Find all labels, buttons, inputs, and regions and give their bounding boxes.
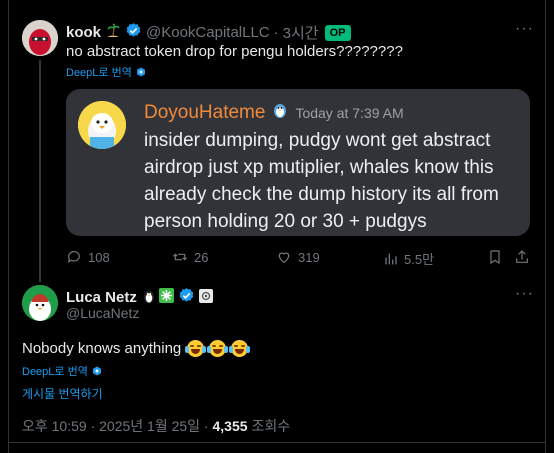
like-button[interactable]: 319	[276, 249, 320, 265]
deepl-icon	[136, 67, 146, 77]
tweet-timestamp[interactable]: 오후 10:59 · 2025년 1월 25일 ·	[22, 418, 209, 434]
thread-line	[39, 60, 41, 282]
island-emoji-icon	[105, 22, 121, 43]
verified-badge-icon	[125, 22, 142, 43]
translate-post-link[interactable]: 게시물 번역하기	[22, 385, 103, 402]
share-icon	[516, 250, 528, 263]
divider	[8, 442, 546, 443]
heart-icon	[278, 252, 290, 264]
reply-icon	[67, 251, 80, 263]
penguin-avatar	[78, 101, 126, 149]
deepl-translate-link[interactable]: DeepL로 번역	[66, 64, 146, 80]
tweet-time[interactable]: 3시간	[283, 22, 319, 43]
tweet-text: no abstract token drop for pengu holders…	[66, 43, 403, 60]
separator: ·	[273, 24, 279, 41]
view-count: 5.5만	[404, 252, 435, 267]
more-options-icon[interactable]: ···	[515, 20, 534, 38]
penguin-icon	[271, 101, 289, 124]
repost-button[interactable]: 26	[172, 249, 208, 265]
tweet-text: Nobody knows anything	[22, 340, 182, 357]
deepl-label: DeepL로 번역	[22, 366, 88, 378]
share-button[interactable]	[514, 249, 536, 265]
author-name[interactable]: kook	[66, 24, 101, 41]
penguin-emoji-icon	[142, 288, 156, 308]
laughing-tears-emoji-icon	[207, 340, 229, 357]
more-options-icon[interactable]: ···	[515, 285, 534, 303]
author-handle[interactable]: @LucaNetz	[66, 305, 139, 321]
laughing-tears-emoji-icon	[229, 340, 251, 357]
repost-icon	[172, 253, 188, 261]
luca-netz-avatar[interactable]	[22, 285, 58, 321]
sparkle-box-icon	[158, 288, 174, 307]
card-message: insider dumping, pudgy wont get abstract…	[144, 130, 499, 232]
tweet-meta: 오후 10:59 · 2025년 1월 25일 · 4,355 조회수	[22, 416, 290, 436]
tweet1-header: kook @KookCapitalLLC · 3시간 OP	[66, 22, 351, 43]
card-username: DoyouHateme	[144, 101, 266, 123]
deepl-icon	[92, 366, 102, 376]
op-badge: OP	[324, 24, 351, 41]
like-count: 319	[298, 249, 320, 265]
tweet-text-row: Nobody knows anything	[22, 340, 251, 357]
laughing-tears-emoji-icon	[185, 340, 207, 357]
kook-avatar[interactable]	[22, 20, 58, 56]
card-timestamp: Today at 7:39 AM	[295, 104, 404, 121]
card-header: DoyouHateme Today at 7:39 AM	[144, 101, 404, 124]
repost-count: 26	[194, 249, 209, 265]
views-count: 4,355	[212, 418, 248, 434]
views-chart-icon	[385, 253, 397, 264]
deepl-label: DeepL로 번역	[66, 67, 132, 79]
bookmark-button[interactable]	[487, 249, 509, 265]
deepl-translate-link[interactable]: DeepL로 번역	[22, 363, 102, 379]
reply-button[interactable]: 108	[66, 249, 110, 265]
author-name[interactable]: Luca Netz	[66, 289, 137, 306]
affiliate-badge-icon[interactable]	[198, 288, 213, 307]
views-button[interactable]: 5.5만	[382, 249, 434, 268]
bookmark-icon	[490, 250, 500, 265]
views-label: 조회수	[251, 418, 291, 434]
embedded-image-card[interactable]: DoyouHateme Today at 7:39 AM insider dum…	[66, 89, 530, 236]
author-handle[interactable]: @KookCapitalLLC	[146, 24, 270, 41]
verified-badge-icon	[178, 287, 195, 308]
reply-count: 108	[88, 249, 110, 265]
